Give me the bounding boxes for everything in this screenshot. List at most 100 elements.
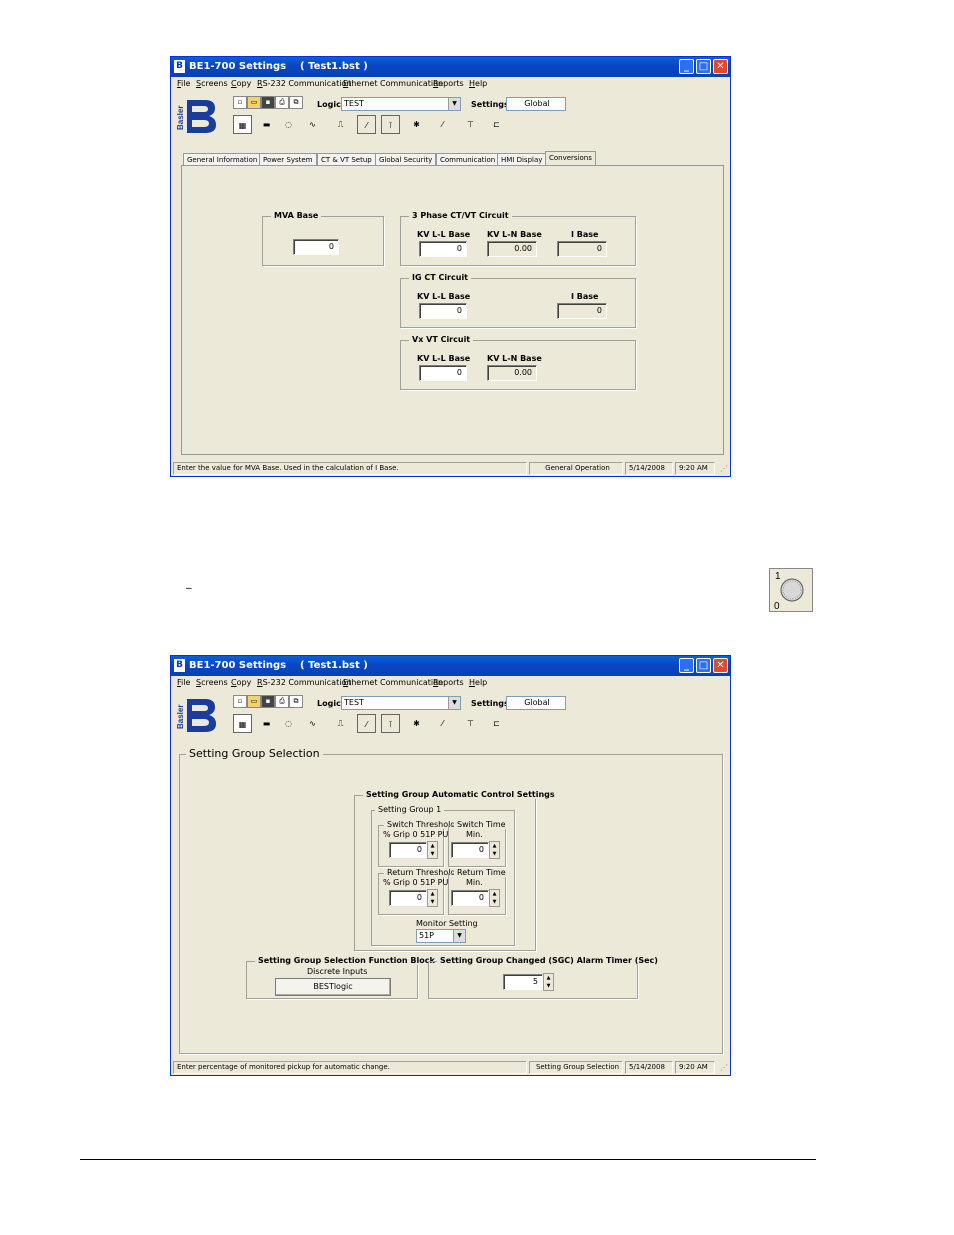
waveform-icon[interactable]: ⎍: [331, 115, 350, 134]
waveform-icon[interactable]: ⎍: [331, 714, 350, 733]
return-time-input[interactable]: 0: [451, 890, 489, 906]
mva-base-title: MVA Base: [271, 211, 322, 220]
print-icon[interactable]: ⎙: [275, 96, 289, 109]
print-preview-icon[interactable]: ⧉: [289, 695, 303, 708]
conversions-panel: MVA Base 0 3 Phase CT/VT Circuit KV L-L …: [181, 165, 724, 455]
open-folder-icon[interactable]: ▭: [247, 695, 261, 708]
menu-file[interactable]: File: [177, 678, 190, 687]
plug-icon[interactable]: ⊏: [487, 714, 506, 733]
new-file-icon[interactable]: ▫: [233, 96, 247, 109]
menu-file[interactable]: File: [177, 79, 190, 88]
app-icon: B: [174, 60, 185, 73]
new-file-icon[interactable]: ▫: [233, 695, 247, 708]
tab-power-system[interactable]: Power System: [259, 153, 317, 165]
tab-general-information[interactable]: General Information: [183, 153, 262, 165]
print-preview-icon[interactable]: ⧉: [289, 96, 303, 109]
vx-kvln-value: 0.00: [487, 365, 537, 381]
general-info-icon[interactable]: ▦: [233, 115, 252, 134]
menu-help[interactable]: Help: [469, 678, 487, 687]
setting-group-icon[interactable]: ◌: [279, 714, 298, 733]
timers-icon[interactable]: ⊺: [381, 714, 400, 733]
power-system-icon[interactable]: ▬: [257, 714, 276, 733]
tab-hmi-display[interactable]: HMI Display: [497, 153, 547, 165]
close-button[interactable]: ✕: [713, 59, 728, 74]
switch-time-input[interactable]: 0: [451, 842, 489, 858]
close-button[interactable]: ✕: [713, 658, 728, 673]
current-icon[interactable]: ⁄: [433, 714, 452, 733]
setting-group-icon[interactable]: ◌: [279, 115, 298, 134]
sgc-alarm-timer-title: Setting Group Changed (SGC) Alarm Timer …: [437, 956, 661, 965]
tab-conversions[interactable]: Conversions: [545, 151, 596, 165]
menu-screens[interactable]: Screens: [196, 79, 228, 88]
settings-select[interactable]: Global: [506, 696, 566, 710]
menu-copy[interactable]: Copy: [231, 79, 251, 88]
save-icon[interactable]: ▪: [261, 695, 275, 708]
three-phase-kvll-input[interactable]: 0: [419, 241, 467, 257]
menu-copy[interactable]: Copy: [231, 678, 251, 687]
menu-ethernet[interactable]: Ethernet Communication: [343, 678, 443, 687]
switch-threshold-input[interactable]: 0: [389, 842, 427, 858]
power-system-icon[interactable]: ▬: [257, 115, 276, 134]
reporting-icon[interactable]: ⁄: [357, 714, 376, 733]
sgc-alarm-timer-group: Setting Group Changed (SGC) Alarm Timer …: [428, 956, 661, 999]
sgc-alarm-timer-spinner[interactable]: ▲ ▼: [543, 973, 554, 991]
save-icon[interactable]: ▪: [261, 96, 275, 109]
timers-icon[interactable]: ⊺: [381, 115, 400, 134]
resize-grip-icon[interactable]: ⋰: [720, 464, 728, 473]
current-icon[interactable]: ⁄: [433, 115, 452, 134]
menu-reports[interactable]: Reports: [433, 79, 464, 88]
protection-icon[interactable]: ∿: [303, 714, 322, 733]
bestlogic-button[interactable]: BESTlogic: [275, 978, 391, 996]
chevron-down-icon[interactable]: ▼: [448, 98, 460, 110]
ig-ibase-value: 0: [557, 303, 607, 319]
status-screen: Setting Group Selection: [529, 1061, 623, 1074]
tab-global-security[interactable]: Global Security: [375, 153, 437, 165]
automatic-control-group: Setting Group Automatic Control Settings…: [354, 790, 558, 951]
menu-rs232[interactable]: RS-232 Communication: [257, 79, 351, 88]
settings-select[interactable]: Global: [506, 97, 566, 111]
chevron-down-icon[interactable]: ▼: [453, 930, 465, 942]
basler-logo: Basler: [175, 97, 219, 135]
general-info-icon[interactable]: ▦: [233, 714, 252, 733]
plug-icon[interactable]: ⊏: [487, 115, 506, 134]
title-bar[interactable]: B BE1-700 Settings ( Test1.bst ) _ □ ✕: [171, 57, 730, 77]
monitor-setting-select[interactable]: 51P ▼: [416, 929, 466, 943]
return-threshold-spinner[interactable]: ▲ ▼: [427, 889, 438, 907]
sgc-alarm-timer-input[interactable]: 5: [503, 974, 543, 990]
three-phase-kvln-value: 0.00: [487, 241, 537, 257]
breaker-icon[interactable]: ⊤: [461, 714, 480, 733]
menu-rs232[interactable]: RS-232 Communication: [257, 678, 351, 687]
menu-reports[interactable]: Reports: [433, 678, 464, 687]
function-block-group: Setting Group Selection Function Block D…: [246, 956, 438, 999]
bug-icon[interactable]: ✱: [407, 115, 426, 134]
return-time-spinner[interactable]: ▲ ▼: [489, 889, 500, 907]
minimize-button[interactable]: _: [679, 658, 694, 673]
logic-select[interactable]: TEST ▼: [341, 97, 461, 111]
tab-ct-vt-setup[interactable]: CT & VT Setup: [317, 153, 376, 165]
title-bar[interactable]: B BE1-700 Settings ( Test1.bst ) _ □ ✕: [171, 656, 730, 676]
mva-base-input[interactable]: 0: [293, 239, 339, 255]
logic-select[interactable]: TEST ▼: [341, 696, 461, 710]
tab-communication[interactable]: Communication: [436, 153, 500, 165]
menu-ethernet[interactable]: Ethernet Communication: [343, 79, 443, 88]
protection-icon[interactable]: ∿: [303, 115, 322, 134]
breaker-icon[interactable]: ⊤: [461, 115, 480, 134]
resize-grip-icon[interactable]: ⋰: [720, 1063, 728, 1072]
open-folder-icon[interactable]: ▭: [247, 96, 261, 109]
menu-screens[interactable]: Screens: [196, 678, 228, 687]
menu-help[interactable]: Help: [469, 79, 487, 88]
return-threshold-input[interactable]: 0: [389, 890, 427, 906]
switch-threshold-spinner[interactable]: ▲ ▼: [427, 841, 438, 859]
maximize-button[interactable]: □: [696, 658, 711, 673]
reporting-icon[interactable]: ⁄: [357, 115, 376, 134]
vx-kvll-label: KV L-L Base: [417, 354, 471, 363]
vx-kvll-input[interactable]: 0: [419, 365, 467, 381]
minimize-button[interactable]: _: [679, 59, 694, 74]
print-icon[interactable]: ⎙: [275, 695, 289, 708]
bug-icon[interactable]: ✱: [407, 714, 426, 733]
chevron-down-icon[interactable]: ▼: [448, 697, 460, 709]
ig-kvll-input[interactable]: 0: [419, 303, 467, 319]
switch-time-spinner[interactable]: ▲ ▼: [489, 841, 500, 859]
maximize-button[interactable]: □: [696, 59, 711, 74]
settings-label: Settings: [471, 100, 509, 109]
